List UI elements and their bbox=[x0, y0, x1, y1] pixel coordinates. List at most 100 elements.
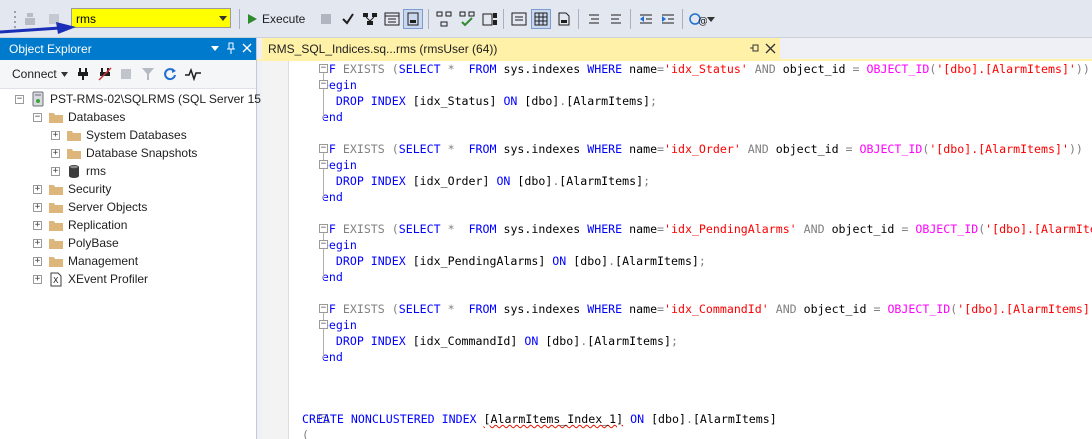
tab-rms-sql-indices[interactable]: RMS_SQL_Indices.sq...rms (rmsUser (64)) bbox=[262, 38, 780, 59]
fold-collapse-icon[interactable]: − bbox=[319, 64, 328, 73]
tree-node-xevent-profiler[interactable]: + X XEvent Profiler bbox=[33, 270, 148, 288]
results-to-grid-icon[interactable] bbox=[531, 9, 551, 29]
expand-icon[interactable]: + bbox=[51, 130, 60, 140]
window-position-icon[interactable] bbox=[210, 41, 220, 55]
results-to-file-icon[interactable] bbox=[554, 9, 574, 29]
expand-icon[interactable]: + bbox=[33, 256, 42, 266]
expand-icon[interactable]: + bbox=[33, 184, 42, 194]
client-statistics-icon[interactable] bbox=[480, 9, 500, 29]
tree-node-label: rms bbox=[86, 164, 106, 178]
display-estimated-plan-icon[interactable] bbox=[360, 9, 380, 29]
folder-icon bbox=[48, 181, 64, 197]
activity-monitor-icon[interactable] bbox=[184, 67, 202, 81]
include-actual-plan-icon[interactable] bbox=[434, 9, 454, 29]
tree-node-server[interactable]: − PST-RMS-02\SQLRMS (SQL Server 15.0 bbox=[15, 90, 271, 108]
results-to-text-icon[interactable] bbox=[509, 9, 529, 29]
code-line: DROP INDEX [idx_Status] ON [dbo].[AlarmI… bbox=[335, 94, 658, 108]
tree-node-management[interactable]: + Management bbox=[33, 252, 138, 270]
comment-lines-icon[interactable] bbox=[584, 9, 604, 29]
tree-node-replication[interactable]: + Replication bbox=[33, 216, 127, 234]
execute-button[interactable]: Execute bbox=[246, 9, 305, 29]
code-line: ( bbox=[302, 428, 309, 439]
connect-button[interactable]: Connect bbox=[12, 67, 68, 81]
fold-collapse-icon[interactable]: − bbox=[319, 80, 328, 89]
tree-node-rms[interactable]: + rms bbox=[51, 162, 106, 180]
code-line: IF EXISTS (SELECT * FROM sys.indexes WHE… bbox=[321, 222, 1092, 236]
code-line: IF EXISTS (SELECT * FROM sys.indexes WHE… bbox=[321, 302, 1092, 316]
tree-node-label: PolyBase bbox=[68, 236, 119, 250]
folder-icon bbox=[48, 235, 64, 251]
expand-icon[interactable]: + bbox=[33, 274, 42, 284]
live-query-statistics-icon[interactable] bbox=[457, 9, 477, 29]
document-tabstrip: RMS_SQL_Indices.sq...rms (rmsUser (64)) bbox=[257, 38, 1092, 61]
fold-collapse-icon[interactable]: − bbox=[319, 160, 328, 169]
intellisense-enabled-icon[interactable] bbox=[403, 9, 423, 29]
query-editor[interactable]: IF EXISTS (SELECT * FROM sys.indexes WHE… bbox=[262, 61, 1092, 439]
stop-icon[interactable] bbox=[120, 68, 132, 80]
code-line: end bbox=[321, 270, 343, 284]
object-explorer-title: Object Explorer bbox=[9, 42, 92, 56]
fold-collapse-icon[interactable]: − bbox=[319, 320, 328, 329]
fold-collapse-icon[interactable]: − bbox=[319, 224, 328, 233]
chevron-down-icon[interactable] bbox=[216, 9, 230, 27]
fold-collapse-icon[interactable]: − bbox=[319, 240, 328, 249]
svg-text:X: X bbox=[53, 276, 59, 285]
tree-node-label: Replication bbox=[68, 218, 128, 232]
editor-gutter bbox=[262, 61, 289, 439]
expand-icon[interactable]: + bbox=[51, 148, 60, 158]
code-line: DROP INDEX [idx_CommandId] ON [dbo].[Ala… bbox=[335, 334, 678, 348]
tree-node-database-snapshots[interactable]: + Database Snapshots bbox=[51, 144, 197, 162]
expand-icon[interactable]: + bbox=[33, 238, 42, 248]
folder-icon bbox=[48, 253, 64, 269]
code-line: end bbox=[321, 350, 343, 364]
tree-node-security[interactable]: + Security bbox=[33, 180, 111, 198]
refresh-icon[interactable] bbox=[163, 67, 177, 81]
tree-node-label: System Databases bbox=[86, 128, 187, 142]
code-line: IF EXISTS (SELECT * FROM sys.indexes WHE… bbox=[321, 62, 1090, 76]
object-explorer-toolbar: Connect bbox=[0, 60, 256, 89]
tree-node-polybase[interactable]: + PolyBase bbox=[33, 234, 119, 252]
expand-icon[interactable]: + bbox=[51, 166, 60, 176]
connect-plug-icon[interactable] bbox=[76, 67, 90, 81]
query-options-icon[interactable] bbox=[382, 9, 402, 29]
collapse-icon[interactable]: − bbox=[15, 94, 24, 104]
uncomment-lines-icon[interactable] bbox=[606, 9, 626, 29]
available-databases-dropdown[interactable]: rms bbox=[71, 8, 231, 28]
code-line: IF EXISTS (SELECT * FROM sys.indexes WHE… bbox=[321, 142, 1083, 156]
tree-node-label: Databases bbox=[68, 110, 126, 124]
tree-node-label: Server Objects bbox=[68, 200, 148, 214]
tree-node-server-objects[interactable]: + Server Objects bbox=[33, 198, 147, 216]
folder-icon bbox=[66, 127, 82, 143]
pin-icon[interactable] bbox=[749, 42, 759, 54]
specify-template-values-icon[interactable]: @ bbox=[688, 9, 708, 29]
folder-icon bbox=[48, 109, 64, 125]
parse-checkmark-icon[interactable] bbox=[338, 9, 358, 29]
tab-title: RMS_SQL_Indices.sq...rms (rmsUser (64)) bbox=[268, 41, 498, 56]
expand-icon[interactable]: + bbox=[33, 220, 42, 230]
pin-icon[interactable] bbox=[226, 41, 236, 55]
connect-label: Connect bbox=[12, 67, 57, 81]
decrease-indent-icon[interactable] bbox=[636, 9, 656, 29]
folder-icon bbox=[66, 145, 82, 161]
toolbar-overflow-icon[interactable] bbox=[706, 9, 716, 29]
increase-indent-icon[interactable] bbox=[658, 9, 678, 29]
server-icon bbox=[30, 91, 46, 107]
tree-node-system-databases[interactable]: + System Databases bbox=[51, 126, 187, 144]
code-area[interactable]: IF EXISTS (SELECT * FROM sys.indexes WHE… bbox=[290, 61, 1092, 439]
filter-icon[interactable] bbox=[141, 67, 155, 81]
close-icon[interactable] bbox=[242, 41, 252, 55]
execute-label: Execute bbox=[262, 12, 306, 26]
close-icon[interactable] bbox=[765, 41, 776, 55]
cancel-query-icon[interactable] bbox=[316, 9, 336, 29]
fold-collapse-icon[interactable]: − bbox=[319, 304, 328, 313]
collapse-icon[interactable]: − bbox=[33, 112, 42, 122]
object-explorer-panel: Object Explorer Connect − PST-RMS-02\SQL… bbox=[0, 38, 271, 439]
tree-node-label: Database Snapshots bbox=[86, 146, 198, 160]
tree-node-label: Management bbox=[68, 254, 139, 268]
code-line: end bbox=[321, 190, 343, 204]
code-line: CREATE NONCLUSTERED INDEX [AlarmItems_In… bbox=[302, 412, 777, 426]
tree-node-databases[interactable]: − Databases bbox=[33, 108, 125, 126]
disconnect-icon[interactable] bbox=[98, 67, 112, 81]
fold-collapse-icon[interactable]: − bbox=[319, 144, 328, 153]
expand-icon[interactable]: + bbox=[33, 202, 42, 212]
